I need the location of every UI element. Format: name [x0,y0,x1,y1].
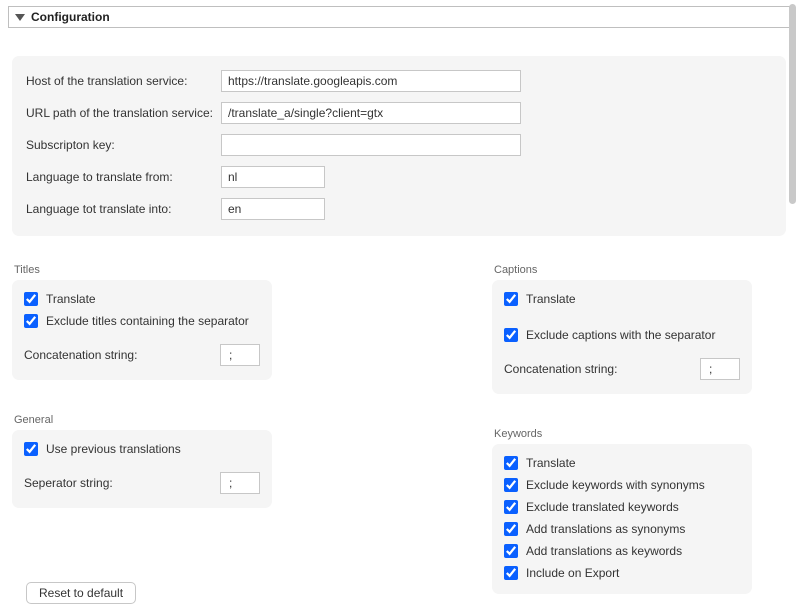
titles-translate-checkbox[interactable] [24,292,38,306]
general-legend: General [12,414,272,426]
keywords-translate-label: Translate [526,456,576,470]
keywords-add-synonyms-checkbox[interactable] [504,522,518,536]
keywords-panel: Translate Exclude keywords with synonyms… [492,444,752,594]
titles-exclude-checkbox[interactable] [24,314,38,328]
titles-translate-label: Translate [46,292,96,306]
keywords-exclude-translated-checkbox[interactable] [504,500,518,514]
titles-exclude-label: Exclude titles containing the separator [46,314,249,328]
captions-legend: Captions [492,264,752,276]
disclosure-triangle-icon [15,14,25,21]
captions-panel: Translate Exclude captions with the sepa… [492,280,752,394]
section-header[interactable]: Configuration [8,6,790,28]
keywords-add-keywords-checkbox[interactable] [504,544,518,558]
subscription-key-label: Subscripton key: [26,138,221,152]
titles-concat-input[interactable] [220,344,260,366]
language-to-label: Language tot translate into: [26,202,221,216]
captions-concat-label: Concatenation string: [504,362,617,376]
language-to-input[interactable] [221,198,325,220]
captions-concat-input[interactable] [700,358,740,380]
general-separator-label: Seperator string: [24,476,113,490]
general-panel: Use previous translations Seperator stri… [12,430,272,508]
keywords-add-synonyms-label: Add translations as synonyms [526,522,685,536]
keywords-include-export-label: Include on Export [526,566,619,580]
url-path-label: URL path of the translation service: [26,106,221,120]
section-title: Configuration [31,10,110,24]
titles-panel: Translate Exclude titles containing the … [12,280,272,380]
keywords-exclude-synonyms-checkbox[interactable] [504,478,518,492]
captions-translate-checkbox[interactable] [504,292,518,306]
captions-exclude-checkbox[interactable] [504,328,518,342]
subscription-key-input[interactable] [221,134,521,156]
keywords-exclude-translated-label: Exclude translated keywords [526,500,679,514]
host-input[interactable] [221,70,521,92]
host-label: Host of the translation service: [26,74,221,88]
url-path-input[interactable] [221,102,521,124]
keywords-legend: Keywords [492,428,752,440]
language-from-input[interactable] [221,166,325,188]
titles-concat-label: Concatenation string: [24,348,137,362]
general-use-previous-checkbox[interactable] [24,442,38,456]
keywords-add-keywords-label: Add translations as keywords [526,544,682,558]
scrollbar-thumb[interactable] [789,4,796,204]
captions-translate-label: Translate [526,292,576,306]
reset-to-default-button[interactable]: Reset to default [26,582,136,604]
general-use-previous-label: Use previous translations [46,442,181,456]
keywords-translate-checkbox[interactable] [504,456,518,470]
language-from-label: Language to translate from: [26,170,221,184]
general-separator-input[interactable] [220,472,260,494]
captions-exclude-label: Exclude captions with the separator [526,328,715,342]
configuration-panel: Host of the translation service: URL pat… [12,56,786,236]
titles-legend: Titles [12,264,272,276]
keywords-include-export-checkbox[interactable] [504,566,518,580]
keywords-exclude-synonyms-label: Exclude keywords with synonyms [526,478,705,492]
